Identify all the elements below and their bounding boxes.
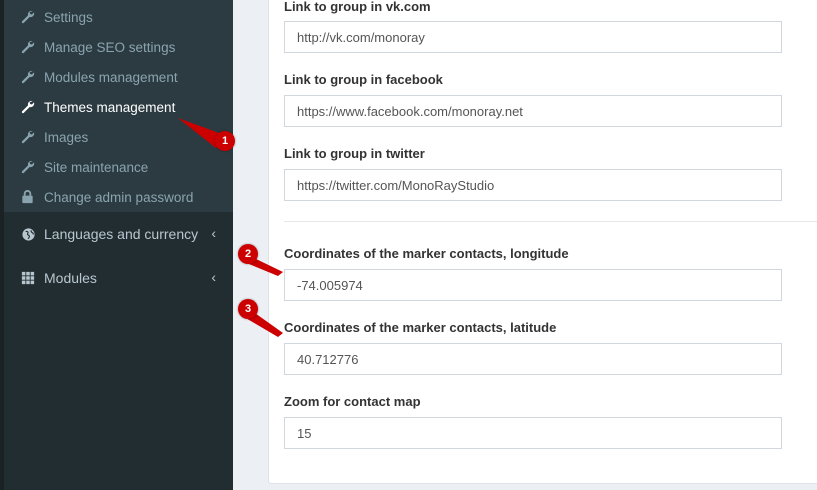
chevron-left-icon: ‹ bbox=[211, 269, 216, 285]
sidebar-item-settings[interactable]: Settings bbox=[20, 2, 93, 32]
wrench-icon bbox=[20, 159, 36, 175]
sidebar-item-modules-management[interactable]: Modules management bbox=[20, 62, 178, 92]
wrench-icon bbox=[20, 9, 36, 25]
wrench-icon bbox=[20, 129, 36, 145]
sidebar-item-change-password[interactable]: Change admin password bbox=[20, 182, 193, 212]
longitude-input[interactable] bbox=[284, 269, 782, 301]
grid-icon bbox=[20, 270, 36, 286]
facebook-label: Link to group in facebook bbox=[284, 72, 443, 87]
twitter-label: Link to group in twitter bbox=[284, 146, 425, 161]
latitude-label: Coordinates of the marker contacts, lati… bbox=[284, 320, 557, 335]
section-divider bbox=[284, 221, 817, 222]
sidebar-item-label: Languages and currency bbox=[44, 226, 199, 242]
sidebar-item-label: Images bbox=[44, 129, 89, 145]
wrench-icon bbox=[20, 69, 36, 85]
sidebar-item-themes-management[interactable]: Themes management bbox=[20, 92, 175, 122]
wrench-icon bbox=[20, 39, 36, 55]
annotation-badge-2: 2 bbox=[238, 244, 258, 264]
sidebar-item-label: Modules bbox=[44, 270, 97, 286]
sidebar-edge bbox=[0, 0, 4, 490]
sidebar-item-site-maintenance[interactable]: Site maintenance bbox=[20, 152, 148, 182]
sidebar-item-label: Modules management bbox=[44, 69, 178, 85]
sidebar-item-label: Themes management bbox=[44, 99, 176, 115]
vk-link-input[interactable] bbox=[284, 21, 782, 53]
sidebar-item-languages-currency[interactable]: Languages and currency ‹ bbox=[20, 219, 220, 249]
chevron-left-icon: ‹ bbox=[211, 225, 216, 241]
twitter-link-input[interactable] bbox=[284, 169, 782, 201]
latitude-input[interactable] bbox=[284, 343, 782, 375]
sidebar-item-images[interactable]: Images bbox=[20, 122, 88, 152]
facebook-link-input[interactable] bbox=[284, 95, 782, 127]
sidebar-item-label: Site maintenance bbox=[44, 159, 149, 175]
sidebar-item-seo[interactable]: Manage SEO settings bbox=[20, 32, 175, 62]
vk-label: Link to group in vk.com bbox=[284, 0, 431, 14]
sidebar: Settings Manage SEO settings Modules man… bbox=[0, 0, 233, 490]
annotation-badge-1: 1 bbox=[215, 131, 235, 151]
wrench-icon bbox=[20, 99, 36, 115]
zoom-label: Zoom for contact map bbox=[284, 394, 421, 409]
annotation-badge-3: 3 bbox=[238, 299, 258, 319]
sidebar-item-label: Settings bbox=[44, 9, 93, 25]
sidebar-item-modules[interactable]: Modules ‹ bbox=[20, 263, 220, 293]
lock-icon bbox=[20, 189, 36, 205]
sidebar-item-label: Change admin password bbox=[44, 189, 194, 205]
globe-icon bbox=[20, 226, 36, 242]
sidebar-item-label: Manage SEO settings bbox=[44, 39, 176, 55]
zoom-input[interactable] bbox=[284, 417, 782, 449]
longitude-label: Coordinates of the marker contacts, long… bbox=[284, 246, 569, 261]
